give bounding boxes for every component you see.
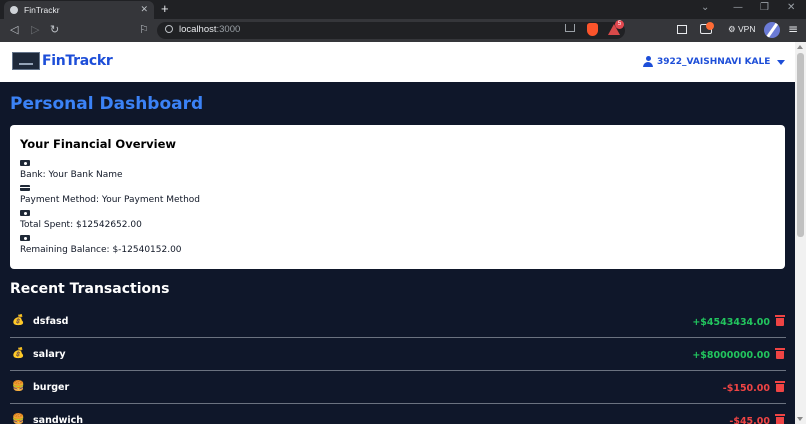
wallet-badge xyxy=(706,22,714,30)
burger-icon: 🍔 xyxy=(12,381,25,392)
money-bill-icon xyxy=(20,160,30,166)
user-icon xyxy=(643,56,653,67)
tab-close-icon[interactable]: ✕ xyxy=(140,5,148,15)
page-viewport: FinTrackr 3922_VAISHNAVI KALE Personal D… xyxy=(0,42,795,424)
remaining-balance-line: Remaining Balance: $-12540152.00 xyxy=(20,245,182,255)
profile-icon[interactable] xyxy=(764,22,780,38)
transaction-amount: +$4543434.00 xyxy=(692,317,770,328)
delete-icon[interactable] xyxy=(775,414,785,424)
transaction-amount: -$150.00 xyxy=(722,383,770,394)
minimize-icon[interactable]: — xyxy=(733,2,743,13)
transaction-name: sandwich xyxy=(33,415,84,424)
money-bill-icon xyxy=(20,210,30,216)
browser-toolbar: ◁ ▷ ↻ ⚐ localhost:3000 5 ⚙ VPN ≡ xyxy=(0,19,806,42)
financial-overview-card: Your Financial Overview Bank: Your Bank … xyxy=(10,125,785,269)
vpn-button[interactable]: ⚙ VPN xyxy=(728,24,755,35)
rewards-badge: 5 xyxy=(615,20,624,29)
page-title: Personal Dashboard xyxy=(10,94,204,114)
transaction-name: burger xyxy=(33,382,70,393)
credit-card-icon xyxy=(20,185,30,191)
transaction-row: 💰 dsfasd +$4543434.00 xyxy=(10,305,786,338)
browser-tab[interactable]: FinTrackr ✕ xyxy=(4,1,154,19)
transaction-amount: -$45.00 xyxy=(729,416,770,424)
scroll-up-icon[interactable] xyxy=(797,45,803,49)
share-icon[interactable] xyxy=(565,24,575,32)
url-port: :3000 xyxy=(216,24,241,35)
close-window-icon[interactable]: ✕ xyxy=(787,2,795,13)
payment-method-line: Payment Method: Your Payment Method xyxy=(20,195,200,205)
total-spent-line: Total Spent: $12542652.00 xyxy=(20,220,142,230)
new-tab-button[interactable]: + xyxy=(161,1,169,16)
dropdown-caret-icon[interactable] xyxy=(777,60,785,65)
app-navbar: FinTrackr 3922_VAISHNAVI KALE xyxy=(0,42,795,82)
url-text: localhost:3000 xyxy=(179,24,240,35)
tab-search-icon[interactable]: ⌄ xyxy=(701,2,709,13)
transaction-name: dsfasd xyxy=(33,316,69,327)
forward-icon[interactable]: ▷ xyxy=(31,23,39,37)
transaction-amount: +$8000000.00 xyxy=(692,350,770,361)
transaction-row: 🍔 burger -$150.00 xyxy=(10,371,786,404)
delete-icon[interactable] xyxy=(775,381,785,392)
overview-title: Your Financial Overview xyxy=(20,137,177,151)
delete-icon[interactable] xyxy=(775,315,785,326)
page-scrollbar[interactable] xyxy=(795,42,806,424)
browser-tab-bar: FinTrackr ✕ + ⌄ — ❐ ✕ xyxy=(0,0,806,19)
recent-transactions-title: Recent Transactions xyxy=(10,281,170,297)
user-menu[interactable]: 3922_VAISHNAVI KALE xyxy=(643,56,770,67)
user-name: 3922_VAISHNAVI KALE xyxy=(657,56,771,67)
vpn-label: VPN xyxy=(737,24,756,34)
transaction-name: salary xyxy=(33,349,66,360)
site-info-icon[interactable] xyxy=(165,25,173,33)
delete-icon[interactable] xyxy=(775,348,785,359)
brand-name[interactable]: FinTrackr xyxy=(42,53,113,69)
bank-line: Bank: Your Bank Name xyxy=(20,170,123,180)
logo-image[interactable] xyxy=(12,52,40,70)
url-host: localhost xyxy=(179,24,217,35)
money-bag-icon: 💰 xyxy=(12,315,25,326)
burger-icon: 🍔 xyxy=(12,414,25,424)
money-bill-icon xyxy=(20,235,30,241)
back-icon[interactable]: ◁ xyxy=(10,23,18,37)
bookmark-icon[interactable]: ⚐ xyxy=(139,23,149,36)
tab-title: FinTrackr xyxy=(24,5,60,15)
scroll-thumb[interactable] xyxy=(797,53,804,237)
transaction-row: 💰 salary +$8000000.00 xyxy=(10,338,786,371)
restore-icon[interactable]: ❐ xyxy=(760,2,769,13)
reload-icon[interactable]: ↻ xyxy=(50,23,59,37)
scroll-down-icon[interactable] xyxy=(797,417,803,421)
money-bag-icon: 💰 xyxy=(12,348,25,359)
favicon-icon xyxy=(10,6,18,14)
sidebar-toggle-icon[interactable] xyxy=(677,25,687,34)
brave-shields-icon[interactable] xyxy=(587,23,598,36)
transaction-row: 🍔 sandwich -$45.00 xyxy=(10,404,786,424)
menu-icon[interactable]: ≡ xyxy=(788,22,798,36)
address-bar[interactable]: localhost:3000 xyxy=(157,22,625,39)
